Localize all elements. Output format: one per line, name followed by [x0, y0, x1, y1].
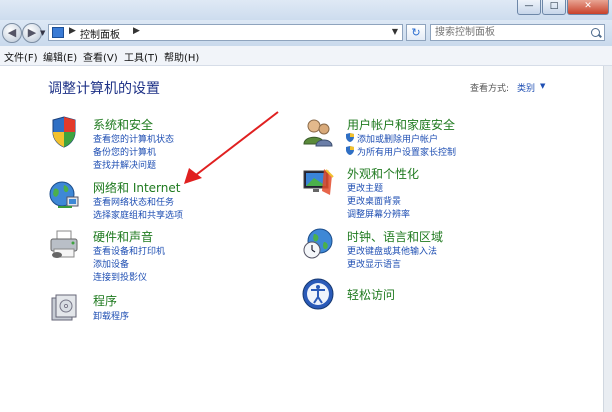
- title-bar: — □ ✕: [0, 0, 612, 20]
- link-devices-printers[interactable]: 查看设备和打印机: [93, 244, 165, 257]
- category-system-security: 系统和安全 查看您的计算机状态 备份您的计算机 查找并解决问题: [48, 116, 268, 176]
- link-network-status[interactable]: 查看网络状态和任务: [93, 195, 174, 208]
- link-add-device[interactable]: 添加设备: [93, 257, 129, 270]
- link-label: 为所有用户设置家长控制: [357, 148, 457, 158]
- category-title[interactable]: 程序: [93, 292, 117, 309]
- control-panel-icon: [52, 27, 64, 38]
- vertical-scrollbar[interactable]: [603, 66, 612, 412]
- link-change-keyboard-input[interactable]: 更改键盘或其他输入法: [347, 244, 437, 257]
- refresh-icon: ↻: [411, 26, 421, 39]
- maximize-button[interactable]: □: [542, 0, 566, 15]
- uac-shield-icon: [346, 133, 354, 142]
- menu-file[interactable]: 文件(F): [4, 49, 38, 64]
- view-by-label: 查看方式:: [470, 84, 510, 94]
- navigation-bar: ◀ ▶ ▼ ▶ 控制面板 ▶ ▼ ↻: [0, 20, 612, 46]
- menu-bar: 文件(F) 编辑(E) 查看(V) 工具(T) 帮助(H): [0, 46, 612, 66]
- link-backup-computer[interactable]: 备份您的计算机: [93, 145, 156, 158]
- link-view-computer-status[interactable]: 查看您的计算机状态: [93, 132, 174, 145]
- category-programs: 程序 卸载程序: [48, 292, 268, 328]
- category-hardware-sound: 硬件和声音 查看设备和打印机 添加设备 连接到投影仪: [48, 228, 268, 286]
- link-uninstall-program[interactable]: 卸载程序: [93, 309, 129, 322]
- link-change-desktop-background[interactable]: 更改桌面背景: [347, 194, 401, 207]
- category-title[interactable]: 外观和个性化: [347, 165, 419, 182]
- display-personalize-icon[interactable]: [302, 165, 334, 197]
- category-title[interactable]: 轻松访问: [347, 286, 395, 303]
- forward-arrow-icon: ▶: [27, 26, 37, 39]
- view-by-dropdown-icon[interactable]: ▼: [540, 82, 545, 90]
- category-user-accounts: 用户帐户和家庭安全 添加或删除用户帐户 为所有用户设置家长控制: [302, 116, 542, 160]
- recent-pages-dropdown-icon[interactable]: ▼: [40, 29, 45, 37]
- search-icon[interactable]: [591, 28, 600, 37]
- link-homegroup-sharing[interactable]: 选择家庭组和共享选项: [93, 208, 183, 221]
- view-by-dropdown[interactable]: 类别: [517, 81, 535, 94]
- programs-icon[interactable]: [48, 292, 80, 324]
- address-dropdown-icon[interactable]: ▼: [392, 27, 398, 36]
- back-button[interactable]: ◀: [2, 23, 22, 43]
- link-connect-projector[interactable]: 连接到投影仪: [93, 270, 147, 283]
- menu-view[interactable]: 查看(V): [83, 49, 118, 64]
- category-title[interactable]: 系统和安全: [93, 116, 153, 133]
- category-network-internet: 网络和 Internet 查看网络状态和任务 选择家庭组和共享选项: [48, 179, 268, 224]
- link-change-display-language[interactable]: 更改显示语言: [347, 257, 401, 270]
- close-button[interactable]: ✕: [567, 0, 609, 15]
- category-title[interactable]: 时钟、语言和区域: [347, 228, 443, 245]
- users-icon[interactable]: [302, 116, 334, 148]
- minimize-button[interactable]: —: [517, 0, 541, 15]
- printer-icon[interactable]: [48, 228, 80, 260]
- breadcrumb-separator-icon[interactable]: ▶: [133, 26, 140, 36]
- content-area: 调整计算机的设置 查看方式: 类别 ▼ 系统和安全 查看您的计算机状态 备份您的…: [0, 66, 604, 412]
- link-change-theme[interactable]: 更改主题: [347, 181, 383, 194]
- category-title[interactable]: 硬件和声音: [93, 228, 153, 245]
- page-title: 调整计算机的设置: [48, 81, 160, 97]
- breadcrumb-separator-icon[interactable]: ▶: [69, 26, 76, 36]
- search-input[interactable]: [430, 24, 605, 41]
- category-ease-of-access: 轻松访问: [302, 278, 542, 312]
- menu-tools[interactable]: 工具(T): [124, 49, 158, 64]
- category-clock-language-region: 时钟、语言和区域 更改键盘或其他输入法 更改显示语言: [302, 228, 542, 274]
- category-title[interactable]: 网络和 Internet: [93, 179, 180, 196]
- network-globe-icon[interactable]: [48, 179, 80, 211]
- shield-icon[interactable]: [48, 116, 80, 148]
- breadcrumb-control-panel[interactable]: 控制面板: [80, 26, 120, 41]
- refresh-button[interactable]: ↻: [406, 24, 426, 41]
- link-label: 添加或删除用户帐户: [357, 135, 439, 145]
- forward-button[interactable]: ▶: [22, 23, 42, 43]
- menu-help[interactable]: 帮助(H): [164, 49, 199, 64]
- back-arrow-icon: ◀: [7, 26, 17, 39]
- link-add-remove-accounts[interactable]: 添加或删除用户帐户: [346, 132, 439, 145]
- link-parental-controls[interactable]: 为所有用户设置家长控制: [346, 145, 457, 158]
- uac-shield-icon: [346, 146, 354, 155]
- menu-edit[interactable]: 编辑(E): [43, 49, 77, 64]
- link-adjust-resolution[interactable]: 调整屏幕分辨率: [347, 207, 410, 220]
- clock-globe-icon[interactable]: [302, 228, 334, 260]
- window-controls: — □ ✕: [516, 0, 609, 15]
- link-troubleshoot[interactable]: 查找并解决问题: [93, 158, 156, 171]
- address-bar[interactable]: ▶ 控制面板 ▶ ▼: [48, 24, 403, 41]
- category-title[interactable]: 用户帐户和家庭安全: [347, 116, 455, 133]
- ease-of-access-icon[interactable]: [302, 278, 334, 310]
- category-appearance: 外观和个性化 更改主题 更改桌面背景 调整屏幕分辨率: [302, 165, 542, 223]
